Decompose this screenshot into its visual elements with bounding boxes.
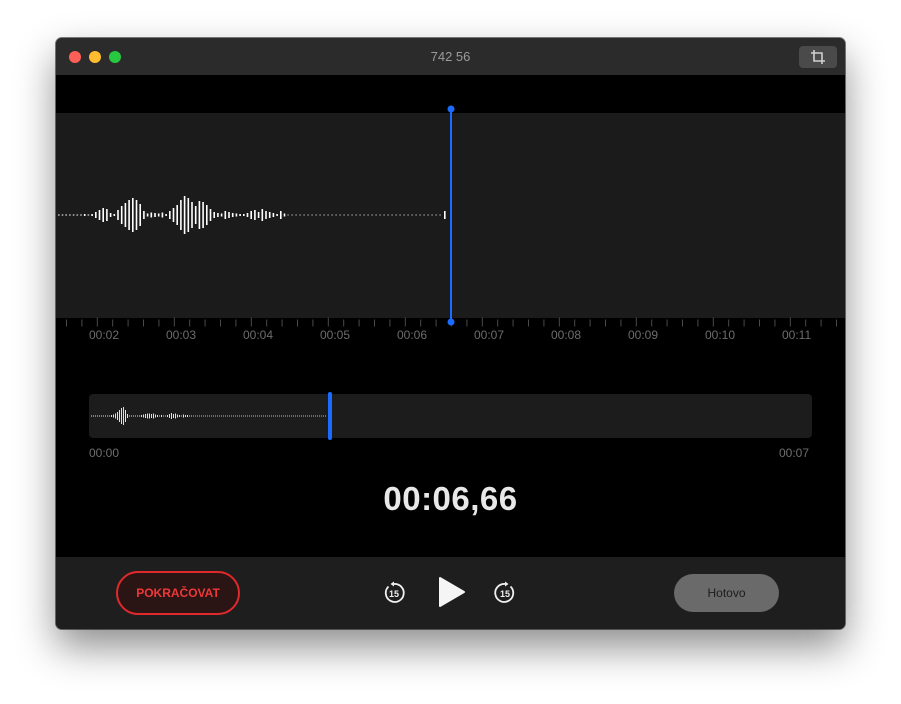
trim-button[interactable] xyxy=(799,46,837,68)
skip-back-15-icon: 15 xyxy=(384,581,405,603)
tick-label: 00:08 xyxy=(551,328,582,342)
skip-back-button[interactable]: 15 xyxy=(382,581,406,610)
voice-memos-window: 742 56 00:02 00:03 00:04 00:05 00:06 00:… xyxy=(56,38,845,629)
bottom-toolbar: POKRAČOVAT 15 15 Hotovo xyxy=(56,557,845,629)
window-title: 742 56 xyxy=(430,49,471,64)
tick-label: 00:02 xyxy=(89,328,120,342)
skip-forward-button[interactable]: 15 xyxy=(493,581,517,610)
playhead[interactable] xyxy=(444,104,458,328)
tick-label: 00:06 xyxy=(397,328,428,342)
play-icon xyxy=(439,577,465,607)
tick-label: 00:10 xyxy=(705,328,736,342)
crop-icon xyxy=(811,50,825,64)
done-button[interactable]: Hotovo xyxy=(674,574,779,612)
overview-waveform xyxy=(91,407,326,425)
overview-playhead[interactable] xyxy=(328,392,332,440)
title-bar: 742 56 xyxy=(56,38,845,75)
tick-label: 00:07 xyxy=(474,328,505,342)
skip-forward-label: 15 xyxy=(500,589,510,599)
tick-label: 00:05 xyxy=(320,328,351,342)
tick-label: 00:03 xyxy=(166,328,197,342)
overview-end-time: 00:07 xyxy=(779,446,810,460)
overview-start-time: 00:00 xyxy=(89,446,120,460)
current-time-display: 00:06,66 xyxy=(383,480,518,517)
tick-label: 00:09 xyxy=(628,328,659,342)
resume-recording-button[interactable]: POKRAČOVAT xyxy=(116,571,240,615)
skip-forward-15-icon: 15 xyxy=(494,581,515,603)
skip-back-label: 15 xyxy=(389,589,399,599)
tick-label: 00:04 xyxy=(243,328,274,342)
tick-label: 00:11 xyxy=(782,328,812,342)
play-button[interactable] xyxy=(438,576,466,613)
